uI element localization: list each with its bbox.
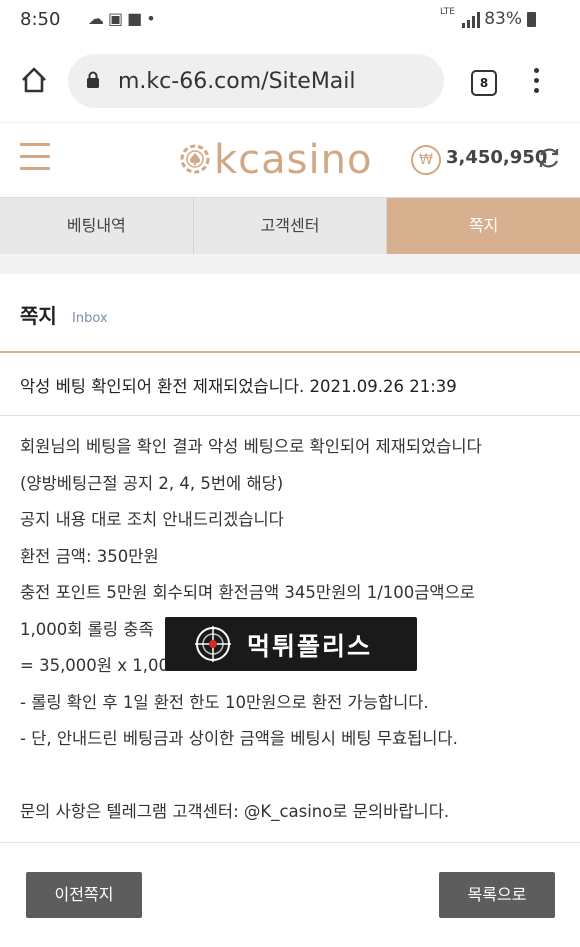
site-header: kcasino ₩ 3,450,950: [0, 122, 580, 198]
watermark-text: 먹튀폴리스: [247, 632, 373, 661]
page-title: 쪽지: [20, 304, 57, 328]
lock-icon: [87, 71, 99, 88]
cloud-icon: ☁: [88, 9, 108, 28]
message-line: 회원님의 베팅을 확인 결과 악성 베팅으로 확인되어 제재되었습니다: [20, 437, 482, 456]
more-options-icon[interactable]: [534, 68, 540, 94]
chat-icon: ■: [127, 9, 147, 28]
previous-message-button[interactable]: 이전쪽지: [26, 872, 142, 918]
battery-icon: [527, 12, 536, 27]
address-bar[interactable]: m.kc-66.com/SiteMail: [68, 54, 444, 108]
message-line: [20, 763, 565, 800]
tab-switcher-button[interactable]: 8: [471, 70, 497, 96]
footer-divider: [0, 842, 580, 843]
status-time: 8:50: [20, 9, 61, 30]
logo-text: kcasino: [214, 137, 373, 183]
url-text: m.kc-66.com/SiteMail: [118, 69, 356, 94]
status-bar: 8:50 ☁▣■• LTE 83%: [0, 0, 580, 40]
dot-icon: •: [146, 9, 160, 28]
signal-icon: [462, 12, 482, 28]
chip-spade-icon: [180, 144, 210, 174]
message-subject-row: 악성 베팅 확인되어 환전 제재되었습니다. 2021.09.26 21:39: [0, 353, 580, 416]
page-subtitle: Inbox: [72, 311, 108, 326]
message-line: 공지 내용 대로 조치 안내드리겠습니다: [20, 510, 284, 529]
refresh-icon[interactable]: [536, 145, 562, 171]
hamburger-menu-icon[interactable]: [20, 143, 50, 173]
won-icon: ₩: [411, 145, 441, 175]
crosshair-emblem-icon: [195, 626, 231, 662]
home-icon[interactable]: [20, 66, 48, 94]
notification-icons: ☁▣■•: [88, 9, 160, 28]
image-icon: ▣: [108, 9, 128, 28]
balance-amount: 3,450,950: [446, 147, 548, 168]
tab-messages[interactable]: 쪽지: [387, 198, 580, 254]
message-line: - 롤링 확인 후 1일 환전 한도 10만원으로 환전 가능합니다.: [20, 692, 429, 712]
inbox-panel: 쪽지 Inbox 악성 베팅 확인되어 환전 제재되었습니다. 2021.09.…: [0, 274, 580, 947]
message-line: 충전 포인트 5만원 회수되며 환전금액 345만원의 1/100금액으로: [20, 583, 475, 602]
tab-betting-history[interactable]: 베팅내역: [0, 198, 194, 254]
back-to-list-button[interactable]: 목록으로: [439, 872, 555, 918]
inbox-header: 쪽지 Inbox: [0, 274, 580, 353]
nav-tabs: 베팅내역 고객센터 쪽지: [0, 197, 580, 255]
battery-percent: 83%: [484, 9, 522, 29]
network-type: LTE: [440, 7, 455, 17]
message-line: 문의 사항은 텔레그램 고객센터: @K_casino로 문의바랍니다.: [20, 802, 450, 821]
watermark-banner: 먹튀폴리스: [165, 617, 417, 671]
message-line: 환전 금액: 350만원: [20, 546, 159, 566]
message-subject: 악성 베팅 확인되어 환전 제재되었습니다. 2021.09.26 21:39: [20, 377, 457, 396]
section-gap: [0, 254, 580, 274]
browser-toolbar: m.kc-66.com/SiteMail 8: [0, 40, 580, 122]
message-line: - 단, 안내드린 베팅금과 상이한 금액을 베팅시 베팅 무효됩니다.: [20, 729, 458, 748]
tab-customer-center[interactable]: 고객센터: [194, 198, 388, 254]
message-line: (양방베팅근절 공지 2, 4, 5번에 해당): [20, 473, 284, 493]
